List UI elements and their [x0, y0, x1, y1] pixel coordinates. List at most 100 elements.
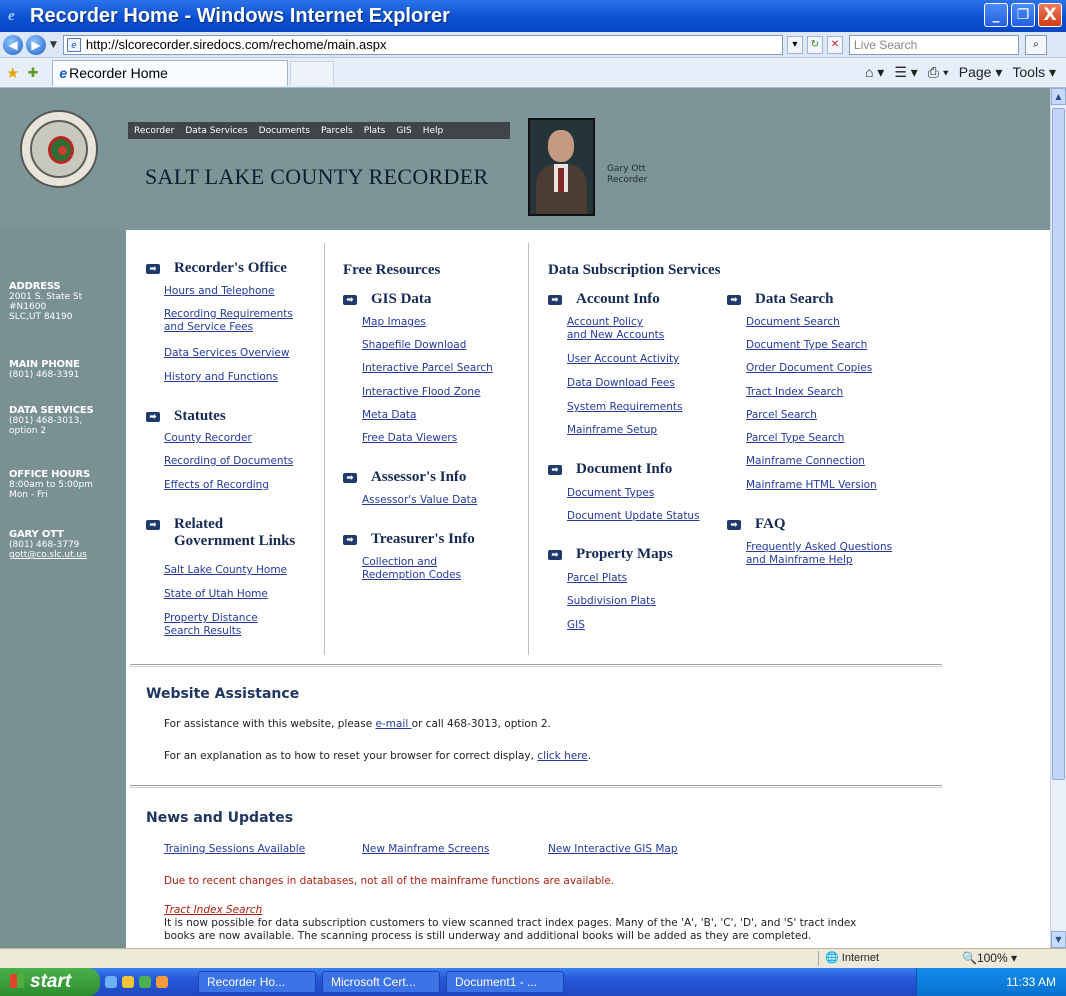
scroll-down-icon[interactable]: ▼ [1051, 931, 1066, 948]
column-divider [528, 243, 529, 655]
url-input[interactable]: e http://slcorecorder.siredocs.com/recho… [62, 34, 783, 55]
url-text: http://slcorecorder.siredocs.com/rechome… [85, 37, 387, 52]
assistance-text: For an explanation as to how to reset yo… [164, 750, 538, 762]
link-free-data-viewers[interactable]: Free Data Viewers [362, 432, 457, 445]
title-bar[interactable]: e Recorder Home - Windows Internet Explo… [0, 0, 1066, 32]
refresh-icon[interactable]: ↻ [806, 35, 823, 54]
favorites-star-icon[interactable]: ★ [6, 64, 19, 82]
treasurers-info-heading: ➡ Treasurer's Info [343, 531, 475, 548]
link-recording-requirements[interactable]: Recording Requirements [164, 308, 293, 321]
hours-label: OFFICE HOURS [9, 469, 91, 480]
link-document-type-search[interactable]: Document Type Search [746, 339, 867, 352]
link-parcel-type-search[interactable]: Parcel Type Search [746, 432, 844, 445]
nav-plats[interactable]: Plats [364, 126, 386, 136]
quicklaunch-folder-icon[interactable] [122, 976, 134, 988]
link-meta-data[interactable]: Meta Data [362, 409, 416, 422]
maximize-button[interactable]: ❐ [1011, 3, 1035, 27]
link-redemption-codes[interactable]: Redemption Codes [362, 569, 461, 582]
link-data-download-fees[interactable]: Data Download Fees [567, 377, 675, 390]
scroll-thumb[interactable] [1052, 108, 1065, 780]
link-parcel-search[interactable]: Parcel Search [746, 409, 817, 422]
link-parcel-plats[interactable]: Parcel Plats [567, 572, 627, 585]
nav-gis[interactable]: GIS [396, 126, 411, 136]
nav-recorder[interactable]: Recorder [134, 126, 174, 136]
link-history-functions[interactable]: History and Functions [164, 371, 278, 384]
link-document-types[interactable]: Document Types [567, 487, 654, 500]
feeds-icon[interactable]: ☰ ▾ [894, 64, 917, 81]
task-document1[interactable]: Document1 - ... [446, 971, 564, 993]
link-document-search[interactable]: Document Search [746, 316, 840, 329]
link-hours-telephone[interactable]: Hours and Telephone [164, 285, 275, 298]
contact-email[interactable]: gott@co.slc.ut.us [9, 550, 87, 560]
nav-parcels[interactable]: Parcels [321, 126, 353, 136]
link-collection[interactable]: Collection and [362, 556, 437, 569]
quicklaunch-ie-icon[interactable] [105, 976, 117, 988]
link-map-images[interactable]: Map Images [362, 316, 426, 329]
link-interactive-flood-zone[interactable]: Interactive Flood Zone [362, 386, 480, 399]
status-bar: 🌐 Internet 🔍100% ▾ [0, 948, 1066, 968]
home-icon[interactable]: ⌂ ▾ [865, 64, 884, 81]
link-document-update-status[interactable]: Document Update Status [567, 510, 700, 523]
quicklaunch-app-icon[interactable] [139, 976, 151, 988]
email-link[interactable]: e-mail [376, 718, 412, 730]
tools-menu[interactable]: Tools ▾ [1012, 64, 1056, 81]
link-data-services-overview[interactable]: Data Services Overview [164, 347, 289, 360]
close-button[interactable]: X [1038, 3, 1062, 27]
link-property-distance[interactable]: Property Distance [164, 612, 258, 625]
nav-data-services[interactable]: Data Services [185, 126, 247, 136]
contact-label: GARY OTT [9, 529, 64, 540]
tab-recorder-home[interactable]: e Recorder Home [52, 59, 289, 86]
link-state-of-utah-home[interactable]: State of Utah Home [164, 588, 268, 601]
search-icon[interactable]: ⌕ [1024, 34, 1047, 55]
link-service-fees[interactable]: and Service Fees [164, 321, 253, 334]
vertical-scrollbar[interactable]: ▲ ▼ [1050, 88, 1066, 948]
link-effects-recording[interactable]: Effects of Recording [164, 479, 269, 492]
link-new-mainframe-screens[interactable]: New Mainframe Screens [362, 843, 489, 856]
link-salt-lake-county-home[interactable]: Salt Lake County Home [164, 564, 287, 577]
link-assessors-value-data[interactable]: Assessor's Value Data [362, 494, 477, 507]
link-new-accounts[interactable]: and New Accounts [567, 329, 664, 342]
page-menu[interactable]: Page ▾ [959, 64, 1003, 81]
url-dropdown-icon[interactable]: ▾ [786, 35, 803, 54]
new-tab-button[interactable] [290, 60, 335, 85]
print-icon[interactable]: ⎙ ▾ [928, 64, 949, 81]
link-order-document-copies[interactable]: Order Document Copies [746, 362, 872, 375]
stop-icon[interactable]: ✕ [826, 35, 843, 54]
link-faq[interactable]: Frequently Asked Questions [746, 541, 892, 554]
link-search-results[interactable]: Search Results [164, 625, 241, 638]
link-shapefile-download[interactable]: Shapefile Download [362, 339, 466, 352]
link-training-sessions[interactable]: Training Sessions Available [164, 843, 305, 856]
link-mainframe-html-version[interactable]: Mainframe HTML Version [746, 479, 877, 492]
back-button[interactable]: ◀ [3, 34, 23, 55]
link-account-policy[interactable]: Account Policy [567, 316, 643, 329]
link-tract-index-news[interactable]: Tract Index Search [164, 904, 262, 917]
link-system-requirements[interactable]: System Requirements [567, 401, 683, 414]
forward-button[interactable]: ▶ [26, 34, 46, 55]
history-dropdown-icon[interactable]: ▼ [50, 40, 57, 50]
task-microsoft-cert[interactable]: Microsoft Cert... [322, 971, 440, 993]
quicklaunch-media-icon[interactable] [156, 976, 168, 988]
link-mainframe-setup[interactable]: Mainframe Setup [567, 424, 657, 437]
add-favorite-icon[interactable]: ✚ [27, 65, 38, 81]
link-mainframe-help[interactable]: and Mainframe Help [746, 554, 853, 567]
contact-block: GARY OTT (801) 468-3779 gott@co.slc.ut.u… [9, 529, 87, 561]
link-tract-index-search[interactable]: Tract Index Search [746, 386, 843, 399]
link-mainframe-connection[interactable]: Mainframe Connection [746, 455, 865, 468]
ie-icon: e [8, 8, 15, 24]
link-county-recorder[interactable]: County Recorder [164, 432, 252, 445]
link-subdivision-plats[interactable]: Subdivision Plats [567, 595, 656, 608]
link-new-interactive-gis-map[interactable]: New Interactive GIS Map [548, 843, 678, 856]
zoom-level[interactable]: 🔍100% ▾ [962, 951, 1017, 965]
task-recorder-home[interactable]: Recorder Ho... [198, 971, 316, 993]
search-input[interactable]: Live Search [848, 34, 1019, 55]
link-interactive-parcel-search[interactable]: Interactive Parcel Search [362, 362, 493, 375]
link-user-account-activity[interactable]: User Account Activity [567, 353, 679, 366]
link-gis[interactable]: GIS [567, 619, 585, 632]
scroll-up-icon[interactable]: ▲ [1051, 88, 1066, 105]
minimize-button[interactable]: _ [984, 3, 1008, 27]
nav-help[interactable]: Help [423, 126, 444, 136]
start-button[interactable]: start [0, 968, 100, 996]
click-here-link[interactable]: click here [537, 750, 587, 762]
link-recording-documents[interactable]: Recording of Documents [164, 455, 293, 468]
nav-documents[interactable]: Documents [259, 126, 310, 136]
